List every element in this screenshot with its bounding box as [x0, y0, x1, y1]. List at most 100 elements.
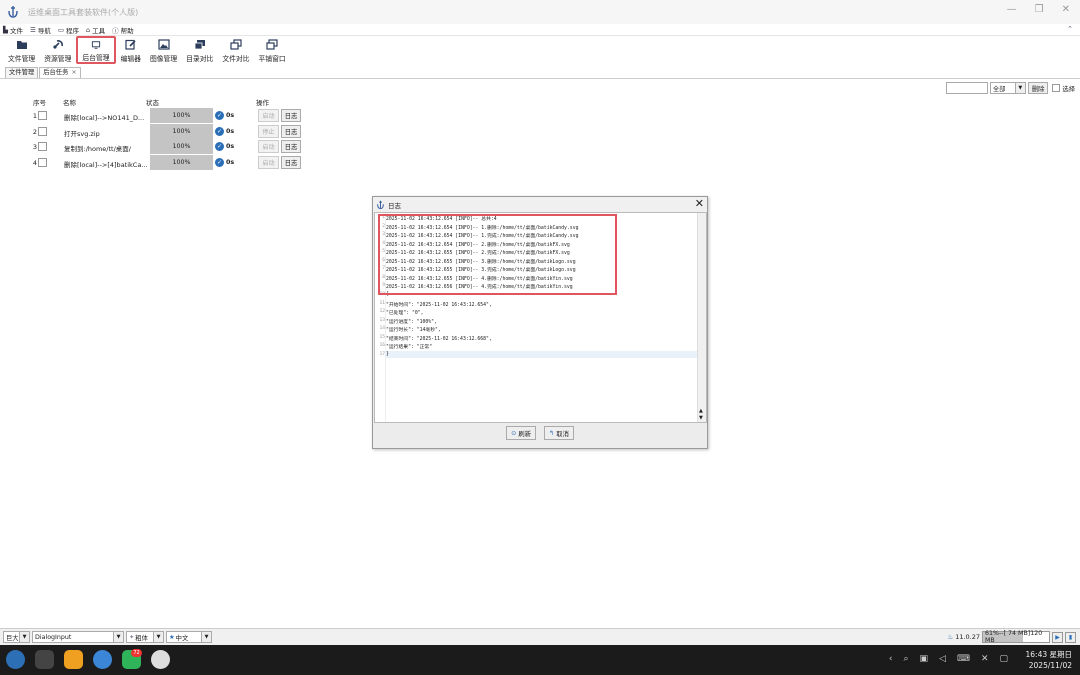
java-icon: ♨: [947, 633, 954, 641]
tool-resource-manager[interactable]: 资源管理: [40, 36, 75, 64]
scope-select[interactable]: 全部 ▼: [989, 82, 1026, 94]
row-checkbox[interactable]: [38, 127, 47, 136]
menu-tools[interactable]: ⌂ 工具: [86, 25, 105, 35]
delete-button[interactable]: 删除: [1027, 82, 1049, 94]
tool-tile-window[interactable]: 平铺窗口: [255, 36, 290, 64]
current-line: [385, 351, 699, 358]
style-select[interactable]: ✦ 粗体 ▼: [126, 631, 164, 643]
tool-background-manager[interactable]: 后台管理: [76, 36, 116, 64]
start-button[interactable]: 启动: [258, 156, 279, 169]
close-icon[interactable]: ✕: [695, 198, 704, 210]
refresh-button[interactable]: ⊙ 刷新: [506, 426, 536, 440]
font-select[interactable]: DialogInput ▼: [32, 631, 124, 643]
table-row: 2 打开svg.zip 100% ✓ 0s 停止 日志: [0, 124, 1080, 139]
vertical-scrollbar[interactable]: ▲ ▼: [697, 213, 706, 422]
row-checkbox[interactable]: [38, 142, 47, 151]
tab-file-manager[interactable]: 文件管理: [5, 67, 39, 78]
progress-bar: 100%: [150, 139, 213, 154]
tool-dir-compare[interactable]: 目录对比: [182, 36, 217, 64]
line-number: 15: [379, 334, 385, 340]
row-checkbox[interactable]: [38, 111, 47, 120]
select-all-checkbox[interactable]: [1052, 84, 1061, 92]
mute-icon[interactable]: ◁: [939, 654, 946, 664]
start-button[interactable]: 启动: [258, 140, 279, 153]
app-logo-icon: [377, 200, 384, 209]
collapse-icon[interactable]: ⌃: [1067, 25, 1073, 33]
log-button[interactable]: 日志: [281, 156, 301, 169]
resource-icon: [53, 40, 63, 49]
log-line: }: [386, 351, 389, 357]
multitask-icon[interactable]: [35, 650, 54, 669]
tool-image-manager[interactable]: 图像管理: [146, 36, 181, 64]
browser-icon[interactable]: [93, 650, 112, 669]
progress-bar: 100%: [150, 155, 213, 170]
keyboard-icon[interactable]: ⌨: [957, 654, 970, 664]
tab-strip: 文件管理 后台任务 ×: [0, 66, 1080, 78]
line-number: 14: [379, 326, 385, 332]
menu-help[interactable]: ⓘ 帮助: [112, 25, 134, 35]
search-icon[interactable]: ⌕: [903, 654, 908, 664]
line-number: 17: [379, 351, 385, 357]
star-icon: ✦: [129, 633, 135, 641]
duration: 0s: [226, 128, 235, 135]
memory-gauge: 61%--[ 74 MB]120 MB: [982, 630, 1050, 644]
arrow-up-icon[interactable]: ▲: [699, 408, 703, 414]
filter-bar: 全部 ▼ 删除 选择: [945, 82, 1075, 94]
log-line: "结束时间": "2025-11-02 16:43:12.668",: [386, 336, 492, 342]
task-name: 删除[local]-->NO141_D...: [64, 114, 145, 122]
help-icon: ⓘ: [112, 26, 119, 35]
toolbox-icon: ⌂: [85, 25, 91, 34]
stop-button[interactable]: 停止: [258, 125, 279, 138]
lang-select[interactable]: ★ 中文 ▼: [166, 631, 212, 643]
log-line: "运行时长": "14毫秒",: [386, 328, 441, 334]
tile-window-icon: [266, 39, 278, 50]
log-button[interactable]: 日志: [281, 140, 301, 153]
task-table-header: 序号 名称 状态 操作: [0, 96, 1080, 107]
trash-icon[interactable]: ▮: [1065, 631, 1076, 643]
search-input[interactable]: [945, 82, 988, 94]
col-status: 状态: [146, 99, 159, 107]
tool-file-compare[interactable]: 文件对比: [218, 36, 253, 64]
tab-close-icon[interactable]: ×: [71, 69, 76, 76]
play-icon[interactable]: ▶: [1052, 631, 1063, 643]
start-button[interactable]: 启动: [258, 109, 279, 122]
message-icon[interactable]: ▢: [999, 654, 1008, 664]
col-index: 序号: [33, 99, 46, 107]
close-icon[interactable]: ✕: [1062, 4, 1070, 15]
tool-file-manager[interactable]: 文件管理: [4, 36, 39, 64]
highlight-box: [378, 214, 617, 295]
menu-navigate[interactable]: ☰ 导航: [30, 25, 51, 35]
task-name: 删除[local]-->[4]batikCa...: [64, 161, 148, 169]
log-button[interactable]: 日志: [281, 125, 301, 138]
check-circle-icon: ✓: [215, 142, 224, 151]
undo-icon: ↰: [549, 429, 555, 437]
log-text-area[interactable]: 1 2025-11-02 16:43:12.654 [INFO]-- 总共:4 2 2…: [374, 212, 707, 423]
screen-icon[interactable]: ▣: [920, 654, 929, 664]
menu-file[interactable]: ▙ 文件: [3, 25, 23, 35]
table-row: 3 复制到:/home/tt/桌面/ 100% ✓ 0s 启动 日志: [0, 139, 1080, 154]
tool-editor[interactable]: 编辑器: [117, 36, 145, 64]
select-all[interactable]: 选择: [1052, 84, 1075, 93]
row-checkbox[interactable]: [38, 158, 47, 167]
chevron-down-icon: ▼: [201, 632, 211, 642]
minimize-icon[interactable]: —: [1007, 4, 1017, 15]
app-logo-icon[interactable]: [151, 650, 170, 669]
network-off-icon[interactable]: ✕: [981, 654, 989, 664]
window-icon: ▭: [57, 25, 64, 34]
arrow-down-icon[interactable]: ▼: [699, 415, 703, 421]
hamburger-icon: ☰: [30, 25, 36, 34]
notification-badge: 72: [131, 649, 142, 657]
cancel-button[interactable]: ↰ 取消: [544, 426, 574, 440]
size-select[interactable]: 巨大 ▼: [3, 631, 30, 643]
clock[interactable]: 16:43 星期日 2025/11/02: [1026, 649, 1073, 671]
restore-icon[interactable]: ❐: [1035, 4, 1044, 15]
log-button[interactable]: 日志: [281, 109, 301, 122]
chevron-left-icon[interactable]: ‹: [889, 654, 893, 664]
file-icon: ▙: [3, 25, 8, 34]
tab-background-tasks[interactable]: 后台任务 ×: [39, 67, 81, 78]
check-circle-icon: ✓: [215, 158, 224, 167]
file-manager-app-icon[interactable]: [64, 650, 83, 669]
menu-program[interactable]: ▭ 程序: [58, 25, 79, 35]
folder-icon: [16, 41, 27, 49]
launcher-icon[interactable]: [6, 650, 25, 669]
